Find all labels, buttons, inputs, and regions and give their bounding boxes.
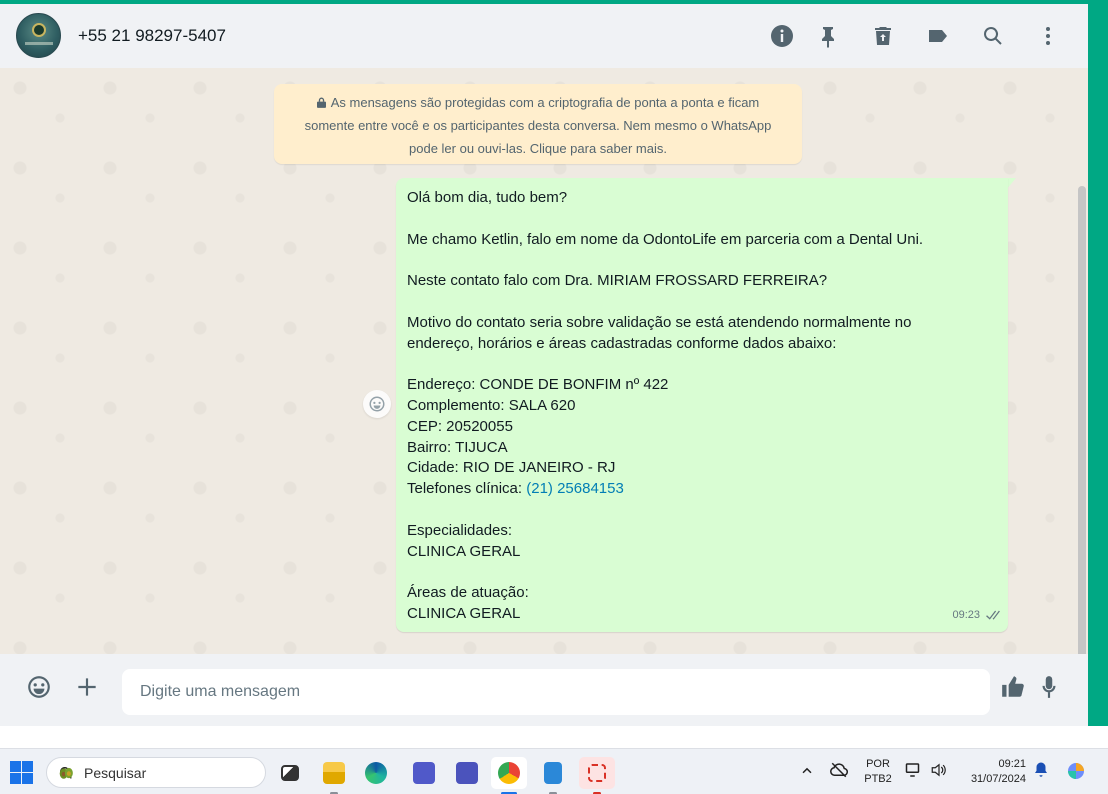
emoji-icon <box>369 396 385 412</box>
menu-icon[interactable] <box>1034 22 1062 50</box>
search-icon[interactable] <box>979 22 1007 50</box>
message-neighborhood: Bairro: TIJUCA <box>407 438 508 456</box>
encryption-line-3: pode ler ou ouvi-las. Clique para saber … <box>409 141 667 156</box>
emoji-icon[interactable] <box>24 672 54 702</box>
message-specialties-value: CLINICA GERAL <box>407 542 521 560</box>
taskbar-file-explorer[interactable] <box>316 757 352 794</box>
taskbar-task-view[interactable] <box>272 757 308 789</box>
clock-time: 09:21 <box>998 758 1026 770</box>
double-check-icon <box>986 610 1000 620</box>
message-motive-line-1: Motivo do contato seria sobre validação … <box>407 313 912 331</box>
message-time: 09:23 <box>952 609 980 622</box>
window-right-accent <box>1088 0 1108 726</box>
thumbs-up-icon[interactable] <box>998 672 1028 702</box>
message-cep: CEP: 20520055 <box>407 417 513 435</box>
taskbar-teams[interactable] <box>406 757 442 789</box>
chevron-up-icon[interactable] <box>798 761 816 782</box>
message-input[interactable] <box>122 669 990 715</box>
language-indicator[interactable]: POR PTB2 <box>862 757 894 787</box>
taskbar-chrome[interactable] <box>491 757 527 794</box>
taskbar-teams-new[interactable] <box>449 757 485 789</box>
message-composer <box>0 654 1088 726</box>
contact-avatar[interactable] <box>16 13 61 58</box>
avatar-logo-text <box>25 42 53 45</box>
message-greeting: Olá bom dia, tudo bem? <box>407 189 568 206</box>
message-question: Neste contato falo com Dra. MIRIAM FROSS… <box>407 272 828 290</box>
message-specialties-label: Especialidades: <box>407 521 513 539</box>
microphone-icon[interactable] <box>1034 672 1064 702</box>
taskbar-edge[interactable] <box>358 757 394 789</box>
outgoing-message-bubble[interactable]: Olá bom dia, tudo bem? Me chamo Ketlin, … <box>396 178 1008 632</box>
delete-icon[interactable] <box>869 22 897 50</box>
system-clock[interactable]: 09:21 31/07/2024 <box>960 757 1026 787</box>
network-icon[interactable] <box>905 761 923 782</box>
message-city: Cidade: RIO DE JANEIRO - RJ <box>407 459 616 477</box>
pin-icon[interactable] <box>814 22 842 50</box>
start-button[interactable] <box>10 761 34 785</box>
windows-taskbar: Pesquisar POR PTB2 09:21 31/07/2024 <box>0 748 1108 794</box>
volume-icon[interactable] <box>930 761 948 782</box>
language-bottom: PTB2 <box>864 773 892 785</box>
message-phones: Telefones clínica: (21) 25684153 <box>407 479 997 500</box>
encryption-line-1: As mensagens são protegidas com a cripto… <box>330 95 760 110</box>
message-areas-value: CLINICA GERAL <box>407 604 521 622</box>
message-complement: Complemento: SALA 620 <box>407 396 576 414</box>
avatar-logo-mark <box>32 23 46 37</box>
whatsapp-window: +55 21 98297-5407 As mensagens são prote… <box>0 4 1088 726</box>
chat-header: +55 21 98297-5407 <box>0 4 1088 68</box>
clock-date: 31/07/2024 <box>970 773 1026 785</box>
react-emoji-button[interactable] <box>363 390 391 418</box>
copilot-icon[interactable] <box>1064 759 1088 786</box>
attach-plus-icon[interactable] <box>72 672 102 702</box>
message-meta: 09:23 <box>952 605 1000 626</box>
message-phones-label: Telefones clínica: <box>407 480 527 498</box>
language-top: POR <box>866 758 890 770</box>
label-icon[interactable] <box>924 22 952 50</box>
info-icon[interactable] <box>768 22 796 50</box>
notification-bell-icon[interactable] <box>1032 761 1050 782</box>
message-areas-label: Áreas de atuação: <box>407 584 529 602</box>
message-address: Endereço: CONDE DE BONFIM nº 422 <box>407 376 669 394</box>
encryption-notice[interactable]: As mensagens são protegidas com a cripto… <box>274 84 802 164</box>
taskbar-notepad[interactable] <box>535 757 571 794</box>
contact-name[interactable]: +55 21 98297-5407 <box>78 26 226 46</box>
taskbar-search-text: Pesquisar <box>84 765 147 781</box>
phone-link[interactable]: (21) 25684153 <box>526 480 624 497</box>
cloud-offline-icon[interactable] <box>830 761 848 782</box>
taskbar-search-box[interactable]: Pesquisar <box>46 757 266 788</box>
chat-scrollbar[interactable] <box>1078 186 1086 706</box>
encryption-line-2: somente entre você e os participantes de… <box>304 118 772 133</box>
avocado-icon <box>59 767 73 779</box>
message-intro: Me chamo Ketlin, falo em nome da OdontoL… <box>407 230 924 248</box>
taskbar-snipping-tool[interactable] <box>579 757 615 794</box>
message-motive-line-2: endereço, horários e áreas cadastradas c… <box>407 334 837 352</box>
lock-icon <box>316 92 326 108</box>
